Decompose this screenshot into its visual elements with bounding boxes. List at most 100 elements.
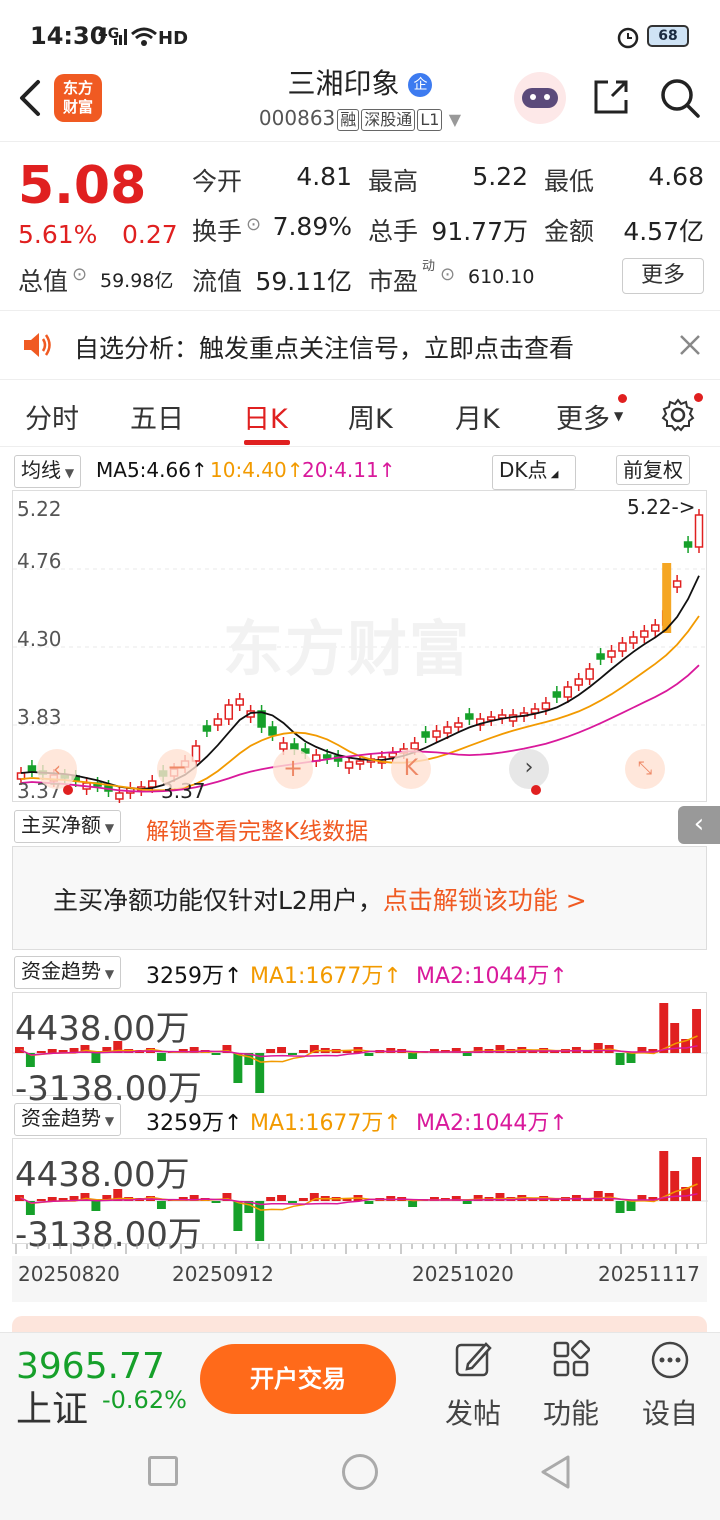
candle: [454, 722, 463, 728]
candle-highlight: [662, 563, 672, 633]
function-label[interactable]: 功能: [526, 1392, 616, 1432]
tab-more[interactable]: 更多: [556, 397, 610, 436]
candle: [235, 698, 244, 706]
fund-bar: [255, 1053, 265, 1093]
fund-bar: [462, 1053, 472, 1056]
fund-trend-chart-2[interactable]: 4438.00万 -3138.00万: [12, 1138, 708, 1255]
candle: [279, 742, 288, 750]
tab-weekly-k[interactable]: 周K: [348, 397, 393, 436]
fund-bar: [386, 1048, 396, 1053]
float-value: 59.11亿: [255, 267, 352, 296]
tab-monthly-k[interactable]: 月K: [455, 397, 500, 436]
scroll-left-button[interactable]: ‹: [37, 749, 77, 789]
fund-bar: [211, 1053, 221, 1055]
function-grid-icon[interactable]: [552, 1340, 590, 1378]
open-account-trade-button[interactable]: 开户交易: [200, 1344, 396, 1414]
search-icon[interactable]: [658, 76, 702, 120]
home-button[interactable]: [342, 1454, 378, 1490]
connect-tag: 深股通: [361, 109, 416, 131]
mktcap-value: 59.98亿: [100, 270, 174, 292]
fund-trend-chart-1[interactable]: 4438.00万 -3138.00万: [12, 992, 708, 1109]
share-icon[interactable]: [590, 76, 632, 118]
candle: [640, 630, 649, 638]
watermark: 东方财富: [223, 615, 471, 685]
candle: [344, 761, 354, 769]
fund-bar: [277, 1195, 287, 1201]
signal-dot: [63, 785, 73, 795]
indicator-label: 均线: [21, 458, 61, 482]
index-name[interactable]: 上证: [16, 1380, 88, 1432]
notice-bar[interactable]: 自选分析：触发重点关注信号，立即点击查看: [0, 310, 720, 380]
amount-label: 金额: [544, 217, 595, 246]
pe-info-icon[interactable]: ⊙: [440, 264, 455, 285]
stock-title[interactable]: 三湘印象 企: [240, 62, 480, 102]
zoom-in-button[interactable]: +: [273, 749, 313, 789]
fund-trend-select-2[interactable]: 资金趋势 ▼: [14, 1103, 122, 1136]
netbuy-locked-panel[interactable]: 主买净额功能仅针对L2用户，点击解锁该功能 >: [12, 846, 707, 950]
tab-daily-k[interactable]: 日K: [243, 397, 288, 436]
kline-chart[interactable]: 东方财富 5.22 4.76 4.30 3.83 3.37 5.22-> 3.3…: [12, 490, 708, 803]
app-logo[interactable]: 东方 财富: [54, 74, 102, 122]
wifi-icon: [131, 27, 157, 46]
candle: [432, 730, 441, 738]
back-nav-icon[interactable]: [538, 1454, 574, 1490]
info-icon[interactable]: ⊙: [72, 264, 87, 285]
mktcap-label: 总值: [18, 267, 69, 296]
candle: [574, 678, 583, 686]
fund1-value: 3259万↑: [146, 964, 243, 989]
back-arrow-icon[interactable]: [14, 78, 44, 118]
logo-text-2: 财富: [62, 98, 93, 116]
scroll-right-button[interactable]: ›: [509, 749, 549, 789]
recent-apps-button[interactable]: [148, 1456, 178, 1486]
zoom-out-button[interactable]: −: [157, 749, 197, 789]
amount-value: 4.57亿: [623, 217, 704, 246]
post-edit-icon[interactable]: [454, 1340, 494, 1380]
candle: [694, 514, 704, 548]
post-label[interactable]: 发帖: [428, 1392, 518, 1432]
close-icon[interactable]: [678, 333, 702, 357]
netbuy-unlock-link[interactable]: 点击解锁该功能 >: [383, 886, 587, 915]
x-date-3: 20251020: [412, 1262, 514, 1286]
fullscreen-expand-icon[interactable]: ⤡: [625, 749, 665, 789]
fund-bar: [615, 1201, 625, 1213]
x-date-2: 20250912: [172, 1262, 274, 1286]
fund-trend-select-1[interactable]: 资金趋势 ▼: [14, 956, 122, 989]
unlock-link[interactable]: 解锁查看完整K线数据: [146, 812, 368, 846]
fund-bar: [288, 1201, 297, 1203]
more-button[interactable]: 更多: [622, 258, 704, 294]
tab-intraday[interactable]: 分时: [25, 397, 79, 436]
fund1-label: 资金趋势: [21, 959, 101, 983]
fund-bar: [364, 1053, 374, 1056]
fund-bar: [626, 1053, 636, 1063]
candle: [552, 691, 562, 698]
turnover-info-icon[interactable]: ⊙: [246, 214, 261, 235]
pe-label: 市盈: [368, 267, 419, 296]
settings-gear-icon[interactable]: [660, 397, 696, 433]
dk-label: DK点: [499, 458, 548, 482]
adjust-button[interactable]: 前复权: [616, 455, 690, 485]
hd-label: HD: [158, 28, 189, 49]
collapse-panel-button[interactable]: ‹: [678, 806, 720, 844]
fund-bar: [364, 1201, 374, 1204]
candle: [651, 624, 660, 632]
fund2-label: 资金趋势: [21, 1106, 101, 1130]
fund1-ma2: MA2:1044万↑: [416, 964, 568, 989]
custom-more-icon[interactable]: [650, 1340, 690, 1380]
stock-code-line[interactable]: 000863 融深股通 L1 ▼: [220, 106, 500, 131]
scroll-prev-button[interactable]: K: [391, 749, 431, 789]
fund-bar: [47, 1197, 57, 1201]
fund-bar: [277, 1047, 287, 1053]
clock: 14:30: [30, 22, 107, 50]
volume-value: 91.77万: [431, 217, 528, 246]
fund1-ma1: MA1:1677万↑: [250, 964, 402, 989]
netbuy-select[interactable]: 主买净额 ▼: [14, 810, 122, 843]
signal-dot: [531, 785, 541, 795]
logo-text-1: 东方: [62, 79, 93, 97]
custom-label[interactable]: 设自: [625, 1392, 715, 1432]
robot-assistant-icon[interactable]: [514, 72, 566, 124]
candle: [224, 704, 234, 720]
tab-five-day[interactable]: 五日: [130, 397, 184, 436]
dk-point-button[interactable]: DK点 ◢: [492, 455, 576, 490]
indicator-select[interactable]: 均线 ▼: [14, 455, 82, 488]
speaker-icon: [24, 333, 51, 357]
